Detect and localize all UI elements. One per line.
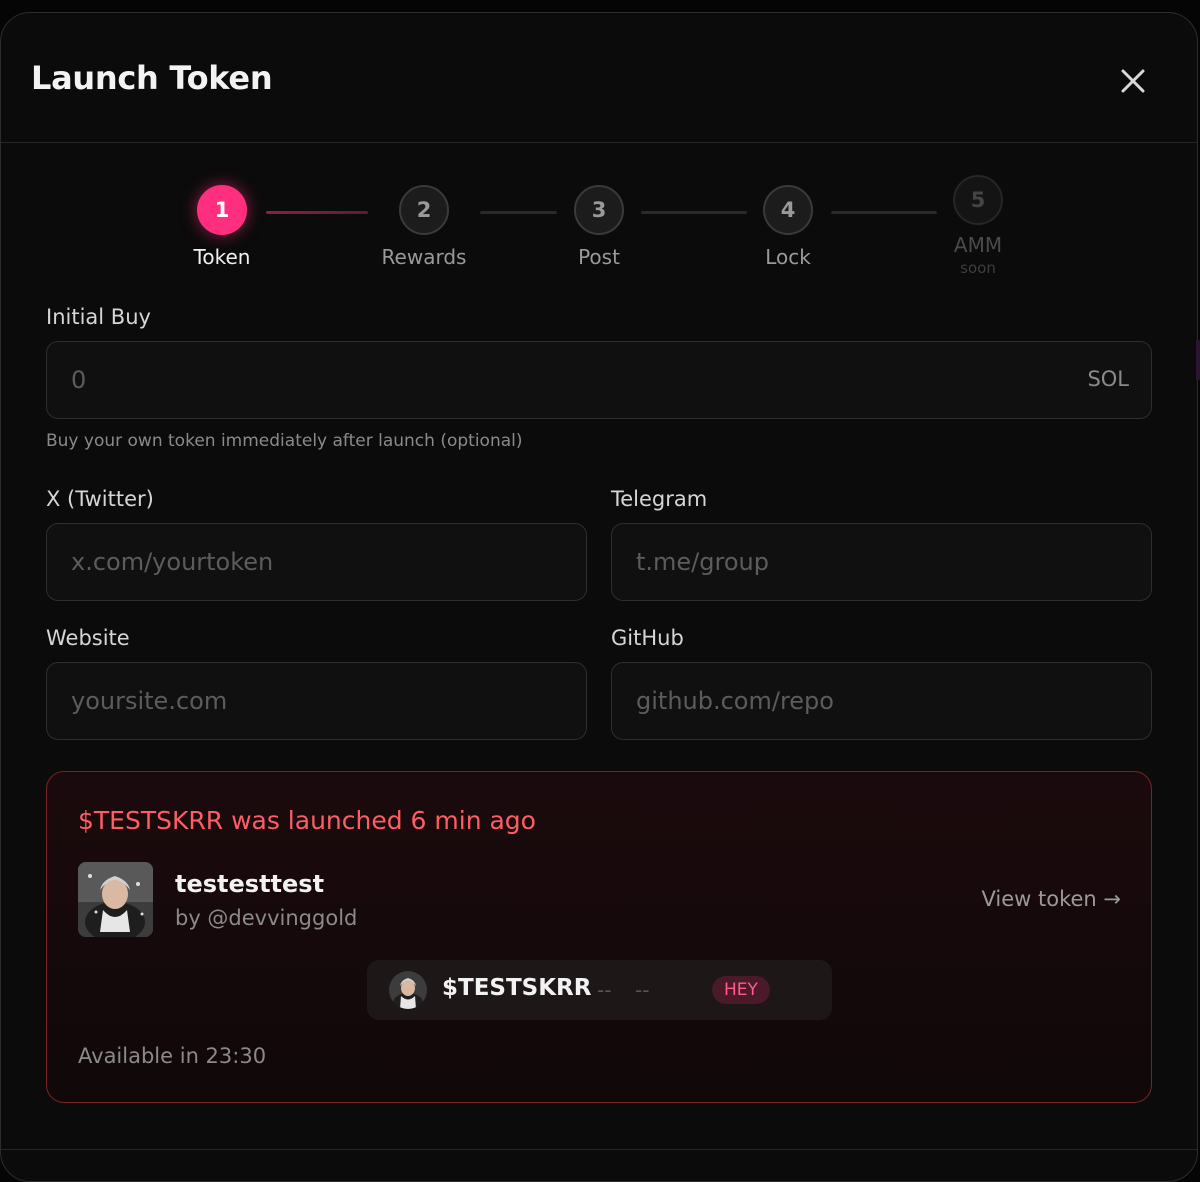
available-countdown: Available in 23:30 [78,1044,267,1068]
step-token[interactable]: 1 Token [152,185,292,269]
step-circle: 3 [574,185,624,235]
footer-divider [1,1149,1197,1150]
modal-title: Launch Token [31,59,273,97]
step-circle: 5 [953,175,1003,225]
step-label: Token [193,245,251,269]
step-indicator: 1 Token 2 Rewards 3 Post 4 Lock 5 AMM so… [1,175,1197,313]
launch-token-modal: Launch Token 1 Token 2 Rewards 3 Post 4 … [0,12,1198,1182]
twitter-field [46,523,587,601]
ticker-symbol: $TESTSKRR [442,975,592,1001]
step-label: Rewards [381,245,467,269]
ticker-value-1: -- [597,978,612,1002]
launch-notice-title: $TESTSKRR was launched 6 min ago [78,806,536,835]
github-label: GitHub [611,626,684,650]
initial-buy-field: SOL [46,341,1152,419]
initial-buy-help: Buy your own token immediately after lau… [46,431,523,451]
twitter-input[interactable] [47,524,586,600]
step-sublabel: soon [960,259,996,277]
website-field [46,662,587,740]
telegram-label: Telegram [611,487,708,511]
step-rewards[interactable]: 2 Rewards [354,185,494,269]
user-avatar-image [78,862,153,937]
ticker-avatar [389,971,427,1009]
ticker-value-2: -- [635,978,650,1002]
token-creator: by @devvinggold [175,906,358,930]
initial-buy-label: Initial Buy [46,305,151,329]
step-label: Lock [765,245,811,269]
step-amm: 5 AMM soon [908,175,1048,277]
ticker-badge: HEY [712,976,770,1004]
close-button[interactable] [1113,61,1153,101]
view-token-link[interactable]: View token → [981,887,1121,911]
step-circle: 1 [197,185,247,235]
modal-header: Launch Token [1,13,1197,143]
github-input[interactable] [612,663,1151,739]
twitter-label: X (Twitter) [46,487,154,511]
step-label: AMM [953,233,1003,257]
initial-buy-input[interactable] [47,342,1151,418]
token-ticker[interactable]: $TESTSKRR -- -- HEY [367,960,832,1020]
sol-suffix: SOL [1087,367,1129,391]
creator-avatar [78,862,153,937]
step-lock[interactable]: 4 Lock [718,185,858,269]
step-circle: 2 [399,185,449,235]
telegram-field [611,523,1152,601]
token-avatar-image [389,971,427,1009]
close-icon [1121,69,1145,93]
background-edge [1196,340,1200,380]
website-label: Website [46,626,130,650]
step-circle: 4 [763,185,813,235]
recent-launch-card: $TESTSKRR was launched 6 min ago testest… [46,771,1152,1103]
token-name: testesttest [175,870,325,898]
website-input[interactable] [47,663,586,739]
github-field [611,662,1152,740]
step-label: Post [578,245,620,269]
telegram-input[interactable] [612,524,1151,600]
step-post[interactable]: 3 Post [529,185,669,269]
